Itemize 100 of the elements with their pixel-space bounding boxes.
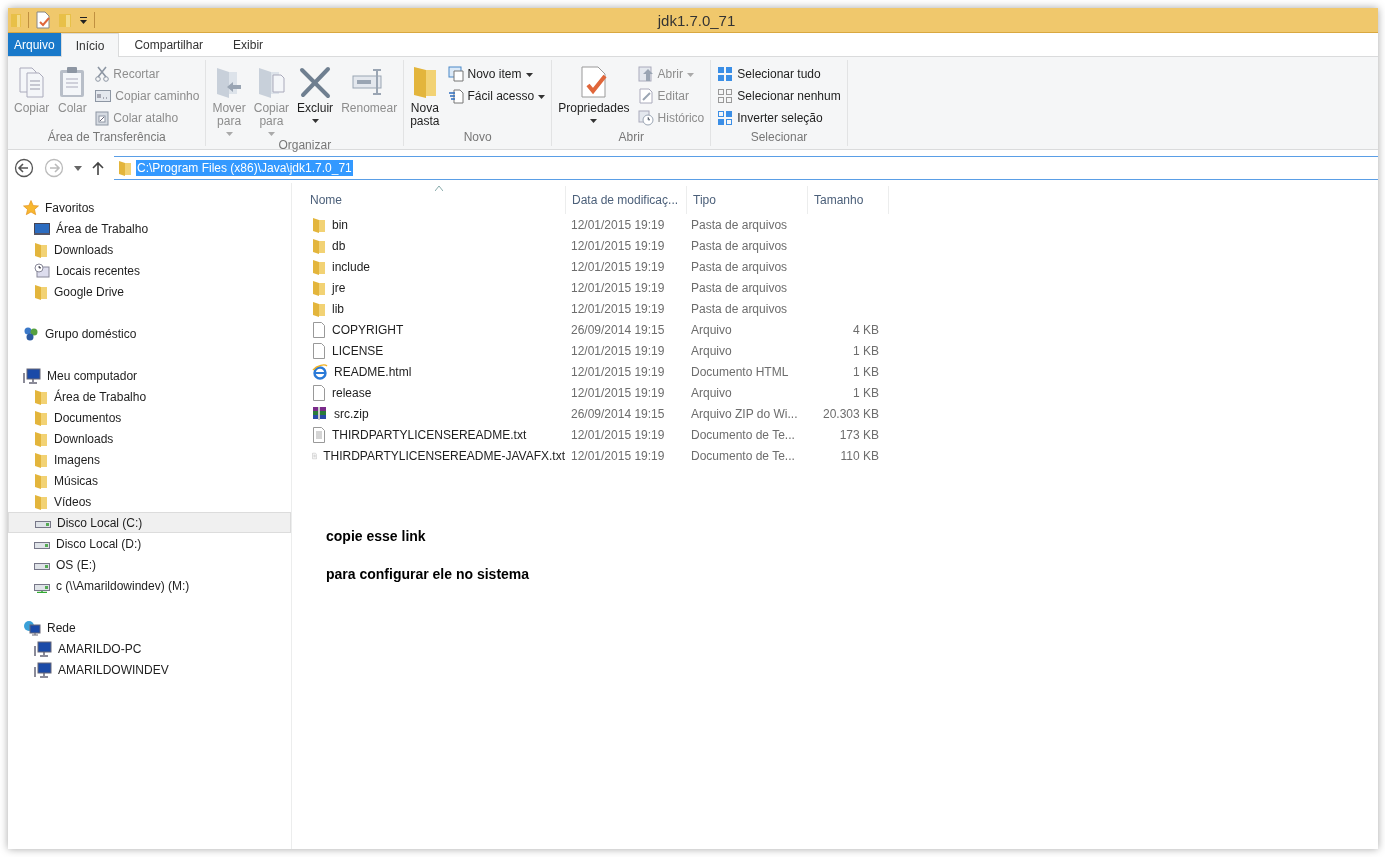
type-cell-text: Arquivo: [690, 322, 733, 337]
caret-icon: [311, 119, 319, 123]
clipboard-icon: [95, 110, 110, 126]
nav-item[interactable]: AMARILDOWINDEV: [8, 659, 291, 680]
file-name[interactable]: db: [304, 237, 565, 254]
nav-item[interactable]: Favoritos: [8, 197, 291, 218]
folder-icon: [411, 65, 438, 99]
x-icon: [299, 65, 332, 99]
nav-item[interactable]: Grupo doméstico: [8, 323, 291, 344]
nav-item[interactable]: Rede: [8, 617, 291, 638]
folder-icon: [34, 451, 48, 468]
properties-icon[interactable]: [35, 11, 51, 29]
nav-item[interactable]: Área de Trabalho: [8, 386, 291, 407]
nav-item[interactable]: Disco Local (D:): [8, 533, 291, 554]
path-icon: [95, 90, 112, 102]
date-cell-text: 26/09/2014 19:15: [570, 406, 666, 421]
recent-places-icon: [34, 262, 50, 279]
nav-item[interactable]: Vídeos: [8, 491, 291, 512]
file-name[interactable]: include: [304, 258, 565, 275]
folder-icon: [34, 493, 48, 510]
folder-icon: [34, 409, 48, 426]
ribbon-tab[interactable]: Início: [60, 33, 120, 57]
ribbon-tab[interactable]: Exibir: [218, 33, 279, 56]
type-cell-text: Pasta de arquivos: [690, 301, 789, 316]
back-icon[interactable]: [14, 158, 34, 178]
file-name[interactable]: COPYRIGHT: [304, 321, 565, 338]
nav-item[interactable]: Downloads: [8, 428, 291, 449]
column-header[interactable]: Tamanho: [808, 186, 889, 214]
type-cell-text: Arquivo: [690, 385, 733, 400]
nav-item[interactable]: Google Drive: [8, 281, 291, 302]
nav-item[interactable]: Locais recentes: [8, 260, 291, 281]
size-cell-text: 20.303 KB: [821, 406, 880, 421]
caret-icon: [525, 72, 533, 77]
folder-icon: [312, 258, 326, 275]
column-header[interactable]: Tipo: [687, 186, 808, 214]
folder-icon: [34, 388, 48, 405]
file-name[interactable]: THIRDPARTYLICENSEREADME-JAVAFX.txt: [304, 447, 565, 464]
date-cell-text: 12/01/2015 19:19: [570, 427, 666, 442]
nav-item[interactable]: Meu computador: [8, 365, 291, 386]
ribbon-tab[interactable]: Arquivo: [8, 33, 61, 56]
nav-item[interactable]: Downloads: [8, 239, 291, 260]
caret-icon: [686, 72, 694, 77]
nav-item[interactable]: Disco Local (C:): [8, 512, 291, 533]
file-name[interactable]: README.html: [304, 363, 565, 380]
monitor-icon: [34, 221, 50, 236]
date-cell-text: 12/01/2015 19:19: [570, 301, 666, 316]
folder-icon: [312, 279, 326, 296]
column-header[interactable]: Nome: [304, 186, 566, 214]
ribbon-button[interactable]: Inverter seleção: [714, 107, 844, 129]
ribbon-button[interactable]: Selecionar tudo: [714, 63, 844, 85]
group-label: Selecionar: [749, 130, 809, 146]
dropdown-icon[interactable]: [79, 15, 88, 25]
dropdown-icon[interactable]: [74, 165, 82, 171]
open-icon: [637, 66, 654, 82]
window-title: jdk1.7.0_71: [656, 11, 737, 29]
type-cell-text: Arquivo ZIP do Wi...: [690, 406, 799, 421]
nav-item[interactable]: Imagens: [8, 449, 291, 470]
nav-item[interactable]: OS (E:): [8, 554, 291, 575]
group-label: Área de Transferência: [46, 130, 167, 146]
document-icon: [312, 321, 326, 338]
ribbon-button[interactable]: Novo item: [444, 63, 549, 85]
nav-item[interactable]: AMARILDO-PC: [8, 638, 291, 659]
ribbon-button[interactable]: Nova pasta: [407, 63, 443, 130]
date-cell-text: 12/01/2015 19:19: [570, 217, 666, 232]
ribbon-button[interactable]: Propriedades: [555, 63, 633, 130]
type-cell-text: Pasta de arquivos: [690, 217, 789, 232]
nav-item[interactable]: c (\\Amarildowindev) (M:): [8, 575, 291, 596]
file-name[interactable]: LICENSE: [304, 342, 565, 359]
size-cell-text: 173 KB: [838, 427, 880, 442]
nav-item[interactable]: Músicas: [8, 470, 291, 491]
up-arrow-icon[interactable]: [92, 161, 104, 175]
folder-icon: [312, 300, 326, 317]
folder-icon: [34, 241, 48, 258]
nav-item[interactable]: Documentos: [8, 407, 291, 428]
file-name[interactable]: release: [304, 384, 565, 401]
file-name[interactable]: bin: [304, 216, 565, 233]
size-cell-text: 1 KB: [852, 343, 880, 358]
size-cell-text: 1 KB: [852, 385, 880, 400]
date-cell-text: 12/01/2015 19:19: [570, 343, 666, 358]
type-cell-text: Documento HTML: [690, 364, 790, 379]
type-cell-text: Documento de Te...: [690, 427, 796, 442]
file-name[interactable]: lib: [304, 300, 565, 317]
folder-icon: [118, 160, 132, 176]
ribbon-button[interactable]: Fácil acesso: [444, 85, 549, 107]
computer-icon: [34, 661, 52, 678]
ribbon-tab[interactable]: Compartilhar: [119, 33, 219, 56]
type-cell-text: Arquivo: [690, 343, 733, 358]
ribbon-button[interactable]: Selecionar nenhum: [714, 85, 844, 107]
nav-item[interactable]: Área de Trabalho: [8, 218, 291, 239]
easy-access-icon: [447, 88, 464, 104]
file-name[interactable]: THIRDPARTYLICENSEREADME.txt: [304, 426, 565, 443]
type-cell-text: Pasta de arquivos: [690, 238, 789, 253]
note-text: para configurar ele no sistema: [326, 566, 531, 582]
file-name[interactable]: jre: [304, 279, 565, 296]
file-name[interactable]: src.zip: [304, 405, 565, 422]
computer-icon: [23, 367, 41, 384]
ribbon-button[interactable]: Excluir: [294, 63, 337, 138]
folder-icon: [34, 430, 48, 447]
column-header[interactable]: Data de modificaç...: [566, 186, 687, 214]
folder-icon: [34, 472, 48, 489]
